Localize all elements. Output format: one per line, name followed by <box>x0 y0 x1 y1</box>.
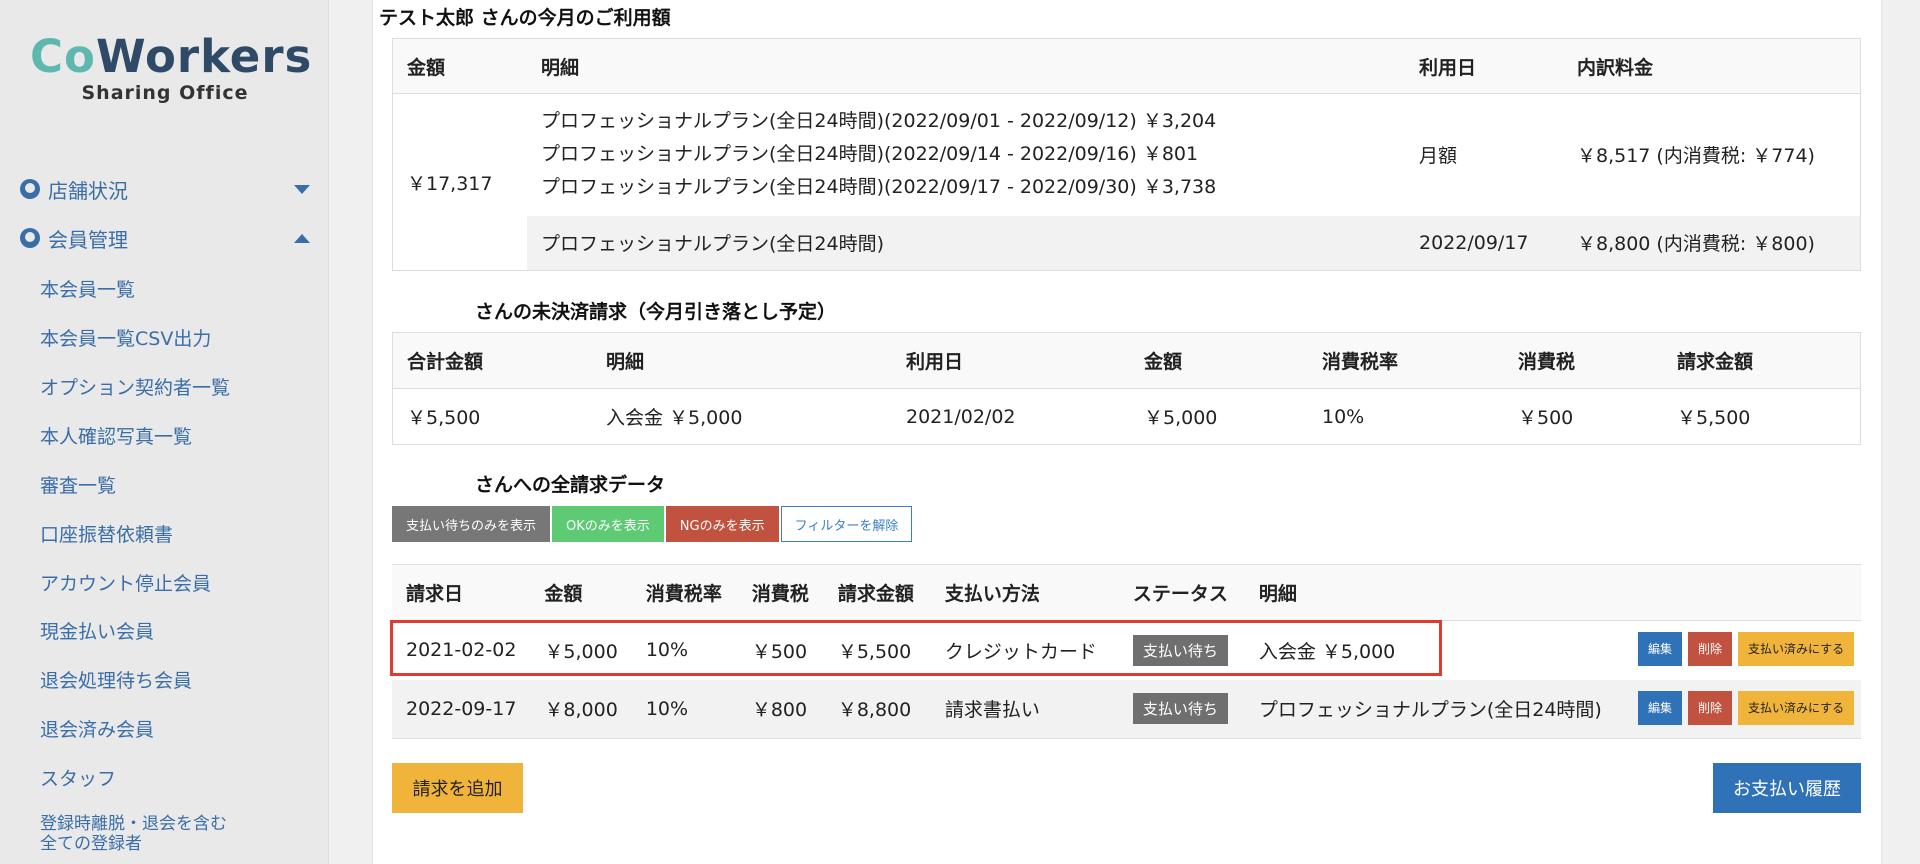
edit-button[interactable]: 編集 <box>1638 691 1683 725</box>
sidebar-item-label: 登録時離脱・退会を含む <box>40 814 227 834</box>
usage-date: 2022/09/17 <box>1419 231 1529 254</box>
invoices-heading: さんへの全請求データ <box>475 474 666 496</box>
sidebar-item-members-csv[interactable]: 本会員一覧CSV出力 <box>40 324 211 351</box>
sidebar: CoWorkers Sharing Office 店舗状況 会員管理 本会員一覧… <box>0 0 329 864</box>
invoice-date: 2022-09-17 <box>406 697 517 720</box>
column-header: 利用日 <box>1419 56 1477 79</box>
brand-logo[interactable]: CoWorkers Sharing Office <box>30 30 313 105</box>
usage-table: 金額 明細 利用日 内訳料金 ￥17,317 プロフェッショナルプラン(全日24… <box>392 38 1861 271</box>
sidebar-item-bank-transfer[interactable]: 口座振替依頼書 <box>40 520 173 547</box>
sidebar-group-label: 会員管理 <box>48 227 128 252</box>
usage-line: プロフェッショナルプラン(全日24時間)(2022/09/01 - 2022/0… <box>541 110 1217 133</box>
column-header: 請求日 <box>406 583 464 605</box>
highlight-box <box>390 620 1442 676</box>
user-circle-icon <box>20 228 40 248</box>
column-header: ステータス <box>1132 583 1228 605</box>
filter-ng-button[interactable]: NGのみを表示 <box>665 506 779 542</box>
invoice-total: ￥8,800 <box>837 699 912 722</box>
status-badge: 支払い待ち <box>1132 693 1228 725</box>
sidebar-item-withdrawn[interactable]: 退会済み会員 <box>40 715 154 742</box>
edit-button[interactable]: 編集 <box>1638 632 1683 666</box>
usage-total: ￥17,317 <box>407 172 493 195</box>
sidebar-item-members[interactable]: 本会員一覧 <box>40 275 135 302</box>
filter-pending-button[interactable]: 支払い待ちのみを表示 <box>392 506 551 542</box>
main-content: テスト太郎 さんの今月のご利用額 金額 明細 利用日 内訳料金 ￥17,317 … <box>372 0 1882 864</box>
sidebar-group-store-status[interactable]: 店舗状況 <box>20 174 310 204</box>
sidebar-item-id-photos[interactable]: 本人確認写真一覧 <box>40 422 192 449</box>
row-actions: 編集 削除 支払い済みにする <box>1632 632 1855 666</box>
table-cell: 入会金 ￥5,000 <box>606 407 743 429</box>
unpaid-heading: さんの未決済請求（今月引き落とし予定） <box>475 301 837 323</box>
usage-line: プロフェッショナルプラン(全日24時間)(2022/09/14 - 2022/0… <box>541 143 1199 166</box>
usage-heading: テスト太郎 さんの今月のご利用額 <box>379 7 671 29</box>
table-row: ￥17,317 プロフェッショナルプラン(全日24時間)(2022/09/01 … <box>393 94 1861 216</box>
column-header: 支払い方法 <box>944 583 1040 605</box>
mark-paid-button[interactable]: 支払い済みにする <box>1738 632 1855 666</box>
sidebar-item-suspended[interactable]: アカウント停止会員 <box>40 569 211 596</box>
usage-line: プロフェッショナルプラン(全日24時間)(2022/09/17 - 2022/0… <box>541 176 1217 199</box>
column-header: 合計金額 <box>407 351 484 373</box>
column-header: 内訳料金 <box>1577 56 1654 79</box>
table-cell: ￥5,500 <box>1677 407 1751 429</box>
column-header: 消費税 <box>1518 351 1576 373</box>
usage-date: 月額 <box>1419 145 1458 168</box>
column-header: 金額 <box>407 56 446 79</box>
sidebar-item-pending-withdrawal[interactable]: 退会処理待ち会員 <box>40 666 192 693</box>
table-header-row: 金額 明細 利用日 内訳料金 <box>392 38 1861 94</box>
invoice-status: 支払い待ち <box>1119 680 1245 739</box>
dashboard-icon <box>20 179 40 199</box>
table-header-row: 請求日 金額 消費税率 消費税 請求金額 支払い方法 ステータス 明細 <box>392 564 1861 621</box>
filter-ok-button[interactable]: OKのみを表示 <box>552 506 664 542</box>
usage-fee: ￥8,800 (内消費税: ￥800) <box>1577 233 1815 256</box>
sidebar-group-member-management[interactable]: 会員管理 <box>20 223 310 253</box>
sidebar-item-option-contracts[interactable]: オプション契約者一覧 <box>40 373 230 400</box>
column-header: 明細 <box>606 351 645 373</box>
invoice-amount: ￥8,000 <box>544 699 618 722</box>
clear-filter-button[interactable]: フィルターを解除 <box>780 506 913 542</box>
delete-button[interactable]: 削除 <box>1688 691 1733 725</box>
usage-fee: ￥8,517 (内消費税: ￥774) <box>1577 145 1815 168</box>
sidebar-item-staff[interactable]: スタッフ <box>40 764 116 791</box>
table-cell: 2021/02/02 <box>906 405 1016 428</box>
row-actions: 編集 削除 支払い済みにする <box>1632 691 1855 725</box>
table-row: プロフェッショナルプラン(全日24時間) 2022/09/17 ￥8,800 (… <box>392 215 1861 271</box>
invoice-tax: ￥800 <box>751 699 808 722</box>
unpaid-table: 合計金額 明細 利用日 金額 消費税率 消費税 請求金額 ￥5,500 入会金 … <box>392 332 1861 445</box>
invoice-method: 請求書払い <box>944 699 1040 722</box>
add-invoice-button[interactable]: 請求を追加 <box>392 763 523 813</box>
table-cell: 10% <box>1322 405 1365 428</box>
table-header-row: 合計金額 明細 利用日 金額 消費税率 消費税 請求金額 <box>392 332 1861 389</box>
column-header: 消費税 <box>751 583 809 605</box>
sidebar-item-all-registrants[interactable]: 登録時離脱・退会を含む 全ての登録者 <box>40 814 227 854</box>
table-cell: ￥5,000 <box>1144 407 1218 429</box>
sidebar-item-screening[interactable]: 審査一覧 <box>40 471 116 498</box>
column-header: 金額 <box>544 583 583 605</box>
usage-detail: プロフェッショナルプラン(全日24時間) <box>541 233 885 256</box>
logo-wordmark: CoWorkers <box>30 30 313 83</box>
column-header: 消費税率 <box>1322 351 1399 373</box>
delete-button[interactable]: 削除 <box>1688 632 1733 666</box>
mark-paid-button[interactable]: 支払い済みにする <box>1738 691 1855 725</box>
caret-down-icon <box>294 185 310 194</box>
column-header: 明細 <box>541 56 580 79</box>
invoice-tax-rate: 10% <box>645 697 689 720</box>
payment-history-button[interactable]: お支払い履歴 <box>1713 763 1861 813</box>
sidebar-item-label: 全ての登録者 <box>40 834 142 854</box>
column-header: 利用日 <box>906 351 964 373</box>
caret-up-icon <box>294 234 310 243</box>
column-header: 消費税率 <box>645 583 722 605</box>
column-header: 金額 <box>1144 351 1183 373</box>
sidebar-item-cash-members[interactable]: 現金払い会員 <box>40 617 154 644</box>
sidebar-group-label: 店舗状況 <box>48 178 128 203</box>
logo-subtitle: Sharing Office <box>81 82 249 104</box>
table-row: ￥5,500 入会金 ￥5,000 2021/02/02 ￥5,000 10% … <box>393 389 1861 445</box>
table-cell: ￥500 <box>1518 407 1574 429</box>
column-header: 明細 <box>1258 583 1297 605</box>
filter-buttons: 支払い待ちのみを表示 OKのみを表示 NGのみを表示 フィルターを解除 <box>392 506 914 542</box>
column-header: 請求金額 <box>837 583 914 605</box>
column-header: 請求金額 <box>1677 351 1754 373</box>
usage-detail-lines: プロフェッショナルプラン(全日24時間)(2022/09/01 - 2022/0… <box>527 94 1405 216</box>
table-cell: ￥5,500 <box>407 407 481 429</box>
